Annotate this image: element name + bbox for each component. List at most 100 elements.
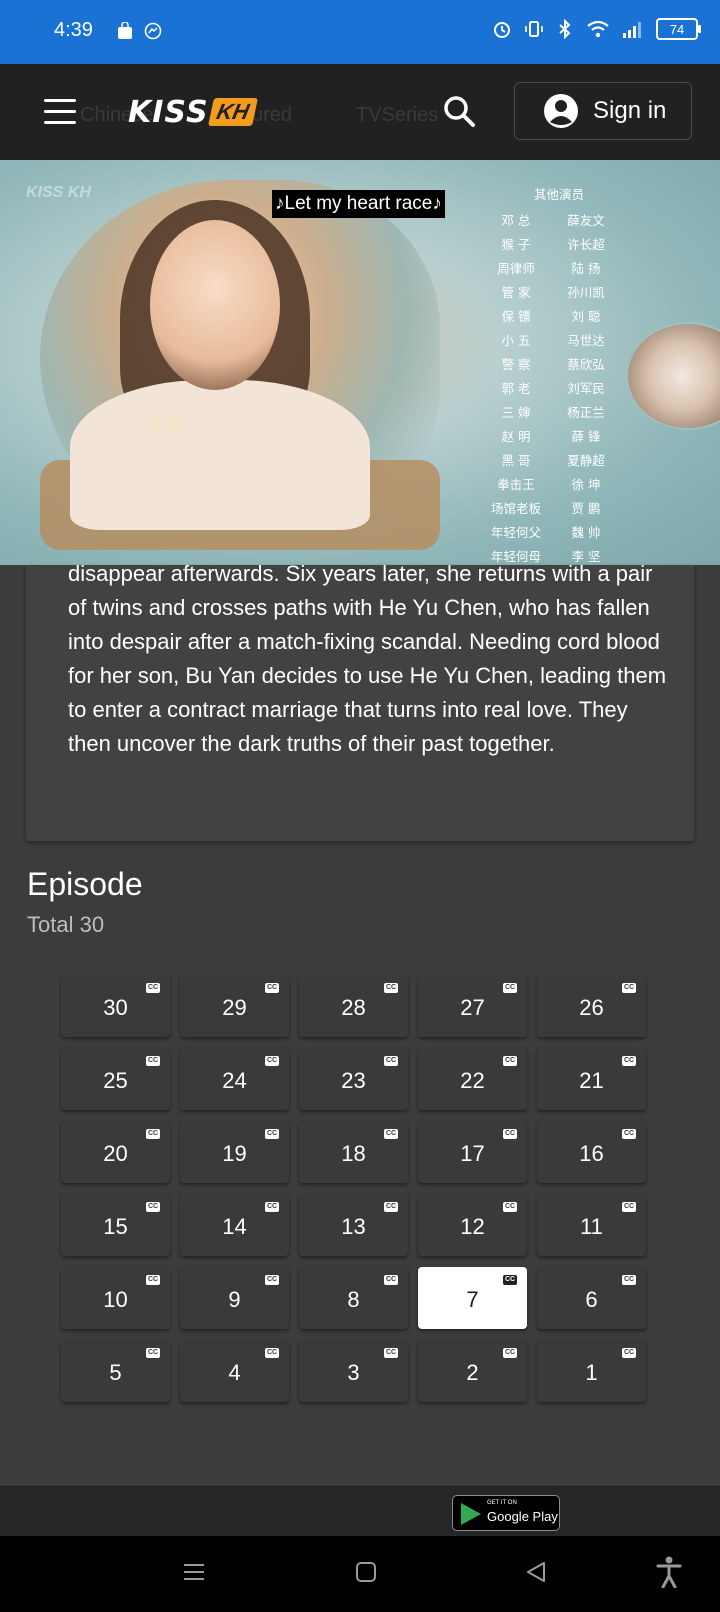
episode-button[interactable]: 30 CC (61, 975, 170, 1037)
episode-button[interactable]: 17 CC (418, 1121, 527, 1183)
episode-button[interactable]: 4 CC (180, 1340, 289, 1402)
episode-button[interactable]: 2 CC (418, 1340, 527, 1402)
ghost-nav-item: TVSeries (356, 104, 439, 126)
episode-heading: Episode (27, 866, 143, 902)
google-play-text: Google Play (487, 1509, 558, 1524)
episode-number: 8 (347, 1287, 360, 1312)
menu-icon[interactable] (44, 99, 76, 125)
episode-button[interactable]: 16 CC (537, 1121, 646, 1183)
credit-actor: 许长超 (567, 237, 605, 252)
episode-number: 29 (222, 995, 247, 1020)
video-watermark: KISS KH (26, 184, 91, 201)
search-icon[interactable] (440, 92, 480, 132)
sign-in-button[interactable]: Sign in (514, 82, 692, 140)
recent-apps-icon[interactable] (182, 1560, 206, 1584)
video-credit-name: 任 由 (148, 417, 181, 433)
credit-role: 三 婶 (501, 405, 531, 420)
episode-number: 7 (466, 1287, 479, 1312)
episode-button[interactable]: 14 CC (180, 1194, 289, 1256)
credit-role: 场馆老板 (490, 501, 541, 516)
episode-button[interactable]: 28 CC (299, 975, 408, 1037)
credit-row: 保 镖刘 聪 (486, 306, 616, 330)
episode-button[interactable]: 11 CC (537, 1194, 646, 1256)
credit-actor: 杨正兰 (567, 405, 605, 420)
episode-button[interactable]: 26 CC (537, 975, 646, 1037)
episode-number: 1 (585, 1360, 598, 1385)
status-time: 4:39 (54, 19, 93, 41)
accessibility-icon[interactable] (656, 1556, 682, 1588)
google-play-badge[interactable]: GET IT ON Google Play (452, 1495, 560, 1531)
credit-row: 周律师 陆 扬 (486, 258, 616, 282)
bluetooth-icon (559, 19, 571, 39)
credit-row: 黑 哥 夏静超 (486, 450, 616, 474)
credit-row: 郭 老 刘军民 (486, 378, 616, 402)
episode-number: 5 (109, 1360, 122, 1385)
credit-row: 邓 总 薛友文 (486, 210, 616, 234)
episode-button[interactable]: 9 CC (180, 1267, 289, 1329)
credit-row: 赵 明薛 锋 (486, 426, 616, 450)
video-player[interactable]: KISS KH ♪Let my heart race♪ 任 由 其他演员 邓 总… (0, 160, 720, 565)
video-subtitle: ♪Let my heart race♪ (272, 190, 445, 218)
episode-button[interactable]: 15 CC (61, 1194, 170, 1256)
google-play-icon (461, 1503, 481, 1525)
episode-number: 6 (585, 1287, 598, 1312)
closed-captions-icon: CC (503, 983, 517, 993)
episode-button[interactable]: 10 CC (61, 1267, 170, 1329)
episode-button[interactable]: 20 CC (61, 1121, 170, 1183)
credit-role: 黑 哥 (501, 453, 531, 468)
episode-button[interactable]: 21 CC (537, 1048, 646, 1110)
video-inset-photo (626, 322, 720, 430)
episode-button[interactable]: 22 CC (418, 1048, 527, 1110)
closed-captions-icon: CC (384, 1348, 398, 1358)
episode-button[interactable]: 25 CC (61, 1048, 170, 1110)
episode-button[interactable]: 3 CC (299, 1340, 408, 1402)
credit-actor: 夏静超 (567, 453, 605, 468)
episode-number: 28 (341, 995, 366, 1020)
episode-button[interactable]: 23 CC (299, 1048, 408, 1110)
site-logo[interactable]: KISS KH (128, 95, 258, 130)
episode-button[interactable]: 13 CC (299, 1194, 408, 1256)
closed-captions-icon: CC (146, 1348, 160, 1358)
episode-number: 22 (460, 1068, 485, 1093)
closed-captions-icon: CC (503, 1129, 517, 1139)
credit-row: 年轻何父 魏 帅 (486, 522, 616, 546)
credit-row: 管 家 孙川凯 (486, 282, 616, 306)
episode-button[interactable]: 12 CC (418, 1194, 527, 1256)
episode-button[interactable]: 1 CC (537, 1340, 646, 1402)
credit-role: 年轻何父 (490, 525, 541, 540)
episode-total: Total 30 (27, 912, 105, 937)
episode-button[interactable]: 19 CC (180, 1121, 289, 1183)
episode-button[interactable]: 24 CC (180, 1048, 289, 1110)
back-icon[interactable] (524, 1560, 548, 1584)
credit-role: 小 五 (501, 333, 531, 348)
episode-button[interactable]: 7 CC (418, 1267, 527, 1329)
credit-row: 三 婶 杨正兰 (486, 402, 616, 426)
episode-button[interactable]: 18 CC (299, 1121, 408, 1183)
home-icon[interactable] (354, 1560, 378, 1584)
messenger-icon (144, 22, 162, 40)
episode-number: 12 (460, 1214, 485, 1239)
episode-number: 3 (347, 1360, 360, 1385)
closed-captions-icon: CC (146, 983, 160, 993)
episode-number: 11 (580, 1214, 603, 1239)
closed-captions-icon: CC (503, 1056, 517, 1066)
closed-captions-icon: CC (265, 1129, 279, 1139)
closed-captions-icon: CC (384, 1056, 398, 1066)
credit-role: 周律师 (497, 261, 535, 276)
episode-button[interactable]: 5 CC (61, 1340, 170, 1402)
episode-number: 19 (222, 1141, 247, 1166)
episode-button[interactable]: 8 CC (299, 1267, 408, 1329)
credit-row: 场馆老板 贾 鹏 (486, 498, 616, 522)
credit-role: 邓 总 (501, 213, 531, 228)
episode-number: 17 (460, 1141, 485, 1166)
closed-captions-icon: CC (146, 1275, 160, 1285)
episode-button[interactable]: 27 CC (418, 975, 527, 1037)
closed-captions-icon: CC (622, 1202, 636, 1212)
credit-actor: 徐 坤 (571, 477, 601, 492)
episode-number: 25 (103, 1068, 128, 1093)
closed-captions-icon: CC (622, 1348, 636, 1358)
episode-button[interactable]: 6 CC (537, 1267, 646, 1329)
episode-number: 30 (103, 995, 128, 1020)
episode-button[interactable]: 29 CC (180, 975, 289, 1037)
credit-actor: 蔡欣弘 (567, 357, 605, 372)
